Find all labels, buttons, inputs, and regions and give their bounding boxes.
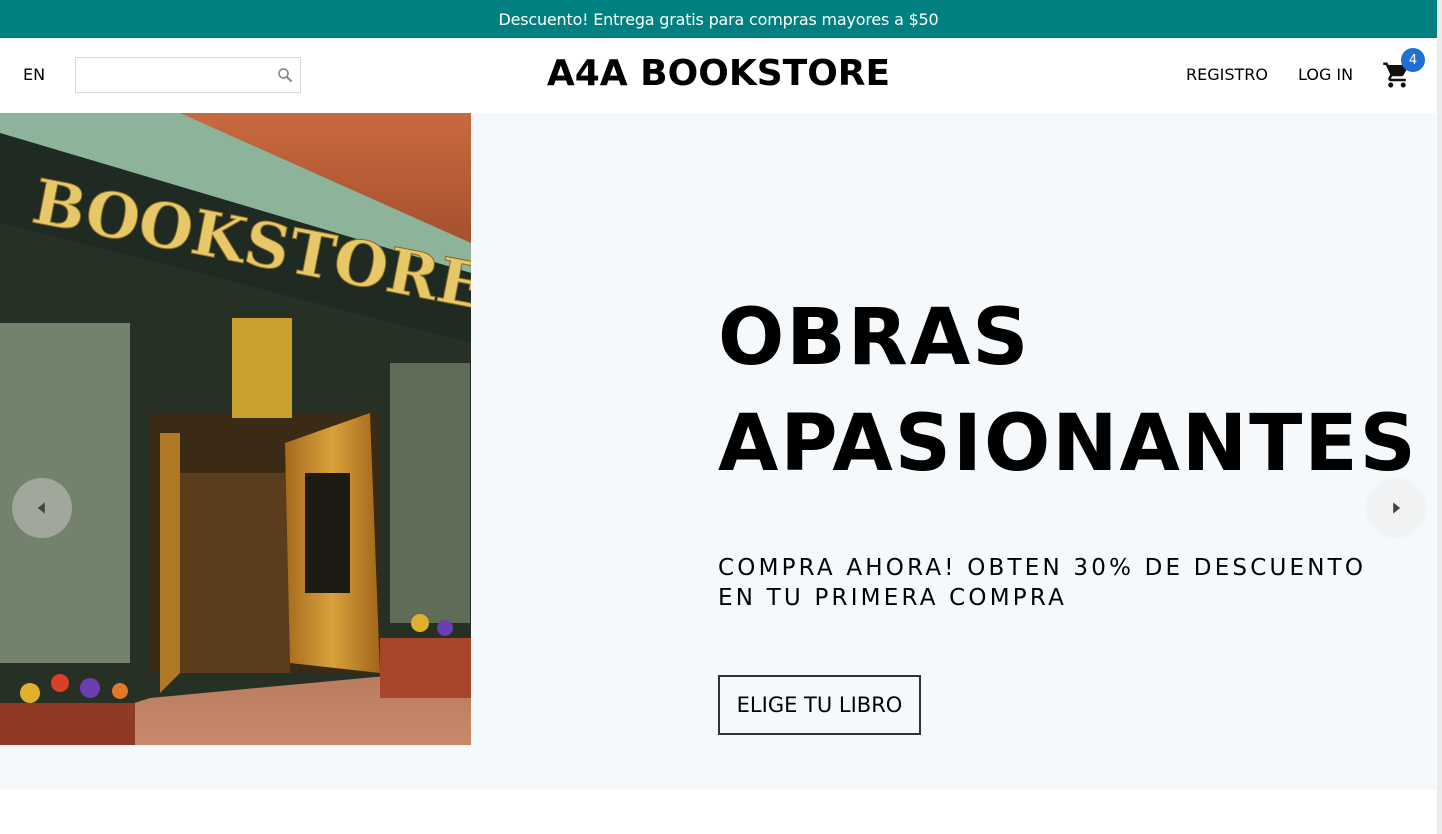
slider-next-button[interactable]	[1366, 478, 1426, 538]
hero-image: BOOKSTORE	[0, 113, 471, 745]
announcement-bar: Descuento! Entrega gratis para compras m…	[0, 0, 1437, 38]
arrow-right-icon	[1393, 502, 1401, 514]
hero-subtitle: COMPRA AHORA! OBTEN 30% DE DESCUENTO EN …	[718, 553, 1418, 613]
hero-slider: BOOKSTORE OBRAS APASIONANTES COMPRA AHOR…	[0, 113, 1437, 790]
hero-title-line-2: APASIONANTES	[718, 399, 1418, 489]
register-link[interactable]: REGISTRO	[1186, 65, 1268, 84]
hero-subtitle-line-1: COMPRA AHORA! OBTEN 30% DE DESCUENTO	[718, 555, 1367, 581]
hero-subtitle-line-2: EN TU PRIMERA COMPRA	[718, 585, 1068, 611]
slider-prev-button[interactable]	[12, 478, 72, 538]
scrollbar[interactable]	[1437, 0, 1442, 834]
hero-title: OBRAS APASIONANTES	[718, 285, 1418, 497]
arrow-left-icon	[37, 502, 45, 514]
announcement-text: Descuento! Entrega gratis para compras m…	[498, 9, 939, 29]
cart-count-badge: 4	[1401, 48, 1425, 72]
hero-title-line-1: OBRAS	[718, 293, 1031, 383]
login-link[interactable]: LOG IN	[1298, 65, 1353, 84]
choose-book-button[interactable]: ELIGE TU LIBRO	[718, 675, 921, 735]
navbar: EN A4A BOOKSTORE REGISTRO LOG IN 4	[0, 38, 1437, 113]
